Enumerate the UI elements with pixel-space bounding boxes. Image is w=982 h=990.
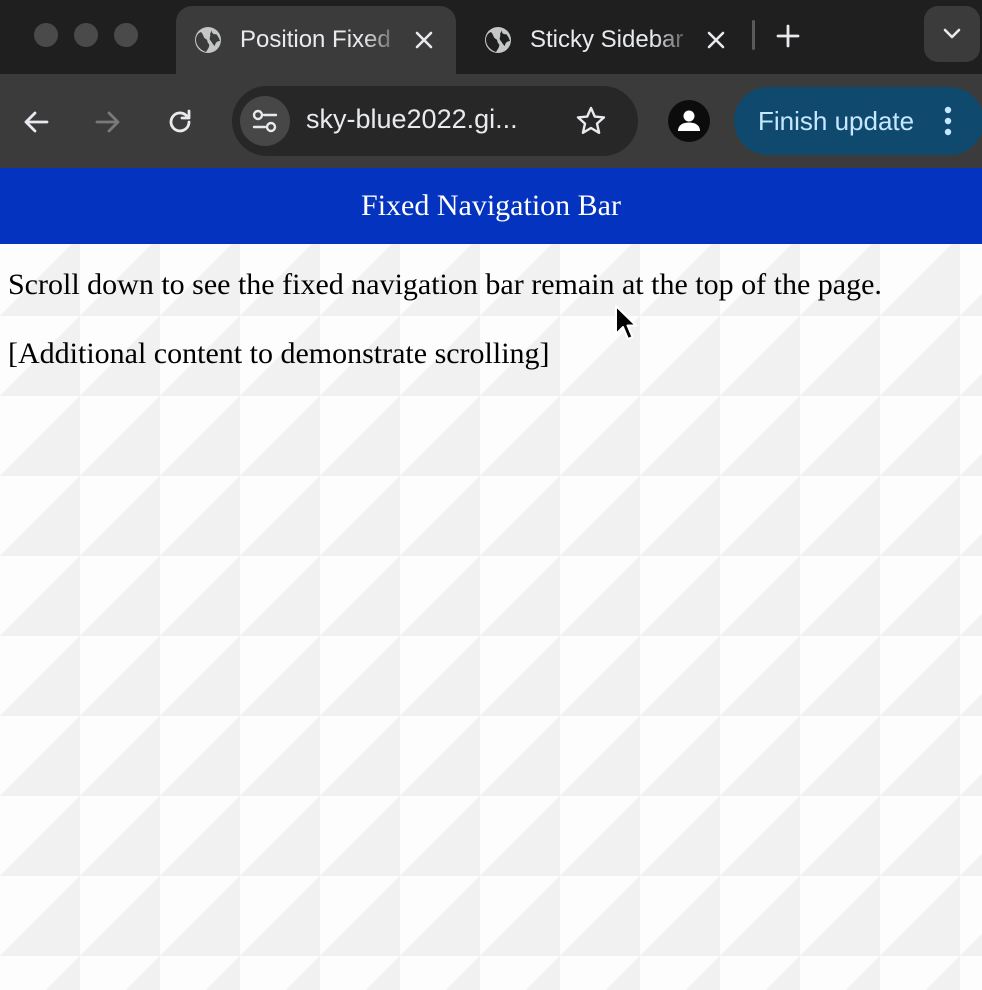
tab-strip: Position Fixed Sticky Sidebar — [0, 0, 982, 74]
close-tab-icon[interactable] — [404, 20, 444, 60]
profile-button[interactable] — [668, 100, 710, 142]
intro-paragraph: Scroll down to see the fixed navigation … — [8, 268, 882, 301]
zoom-window-button[interactable] — [114, 23, 138, 47]
more-vert-icon[interactable] — [936, 101, 960, 141]
tab-title: Sticky Sidebar — [530, 26, 684, 53]
address-bar[interactable]: sky-blue2022.gi... — [232, 86, 638, 156]
nav-title: Fixed Navigation Bar — [361, 189, 621, 222]
new-tab-button[interactable] — [766, 14, 810, 58]
page-viewport[interactable]: Fixed Navigation Bar Scroll down to see … — [0, 168, 982, 990]
arrow-right-icon — [95, 111, 120, 133]
back-button[interactable] — [12, 98, 60, 146]
finish-update-button[interactable]: Finish update — [734, 87, 982, 155]
finish-update-label: Finish update — [758, 105, 915, 136]
tab-search-button[interactable] — [924, 6, 980, 62]
plus-icon — [776, 24, 800, 48]
url-text[interactable]: sky-blue2022.gi... — [306, 104, 518, 135]
tab-position-fixed[interactable]: Position Fixed — [176, 6, 456, 74]
user-icon — [678, 110, 700, 131]
globe-icon — [485, 27, 511, 53]
minimize-window-button[interactable] — [74, 23, 98, 47]
tab-separator — [752, 20, 755, 50]
browser-toolbar: sky-blue2022.gi... Finish update — [0, 74, 982, 168]
close-window-button[interactable] — [34, 23, 58, 47]
bookmark-button[interactable] — [568, 98, 614, 144]
fixed-navigation-bar: Fixed Navigation Bar — [0, 168, 982, 244]
tune-icon — [252, 109, 278, 133]
reload-button[interactable] — [156, 98, 204, 146]
site-info-button[interactable] — [240, 96, 290, 146]
mouse-cursor-icon — [615, 305, 637, 340]
globe-icon — [195, 27, 221, 53]
arrow-left-icon — [24, 111, 49, 133]
star-icon — [576, 106, 606, 134]
chevron-down-icon — [943, 28, 961, 39]
additional-content-paragraph: [Additional content to demonstrate scrol… — [8, 337, 550, 370]
tab-title: Position Fixed — [240, 26, 391, 53]
tab-sticky-sidebar[interactable]: Sticky Sidebar — [472, 6, 742, 74]
reload-icon — [169, 109, 191, 133]
forward-button[interactable] — [84, 98, 132, 146]
close-tab-icon[interactable] — [696, 20, 736, 60]
